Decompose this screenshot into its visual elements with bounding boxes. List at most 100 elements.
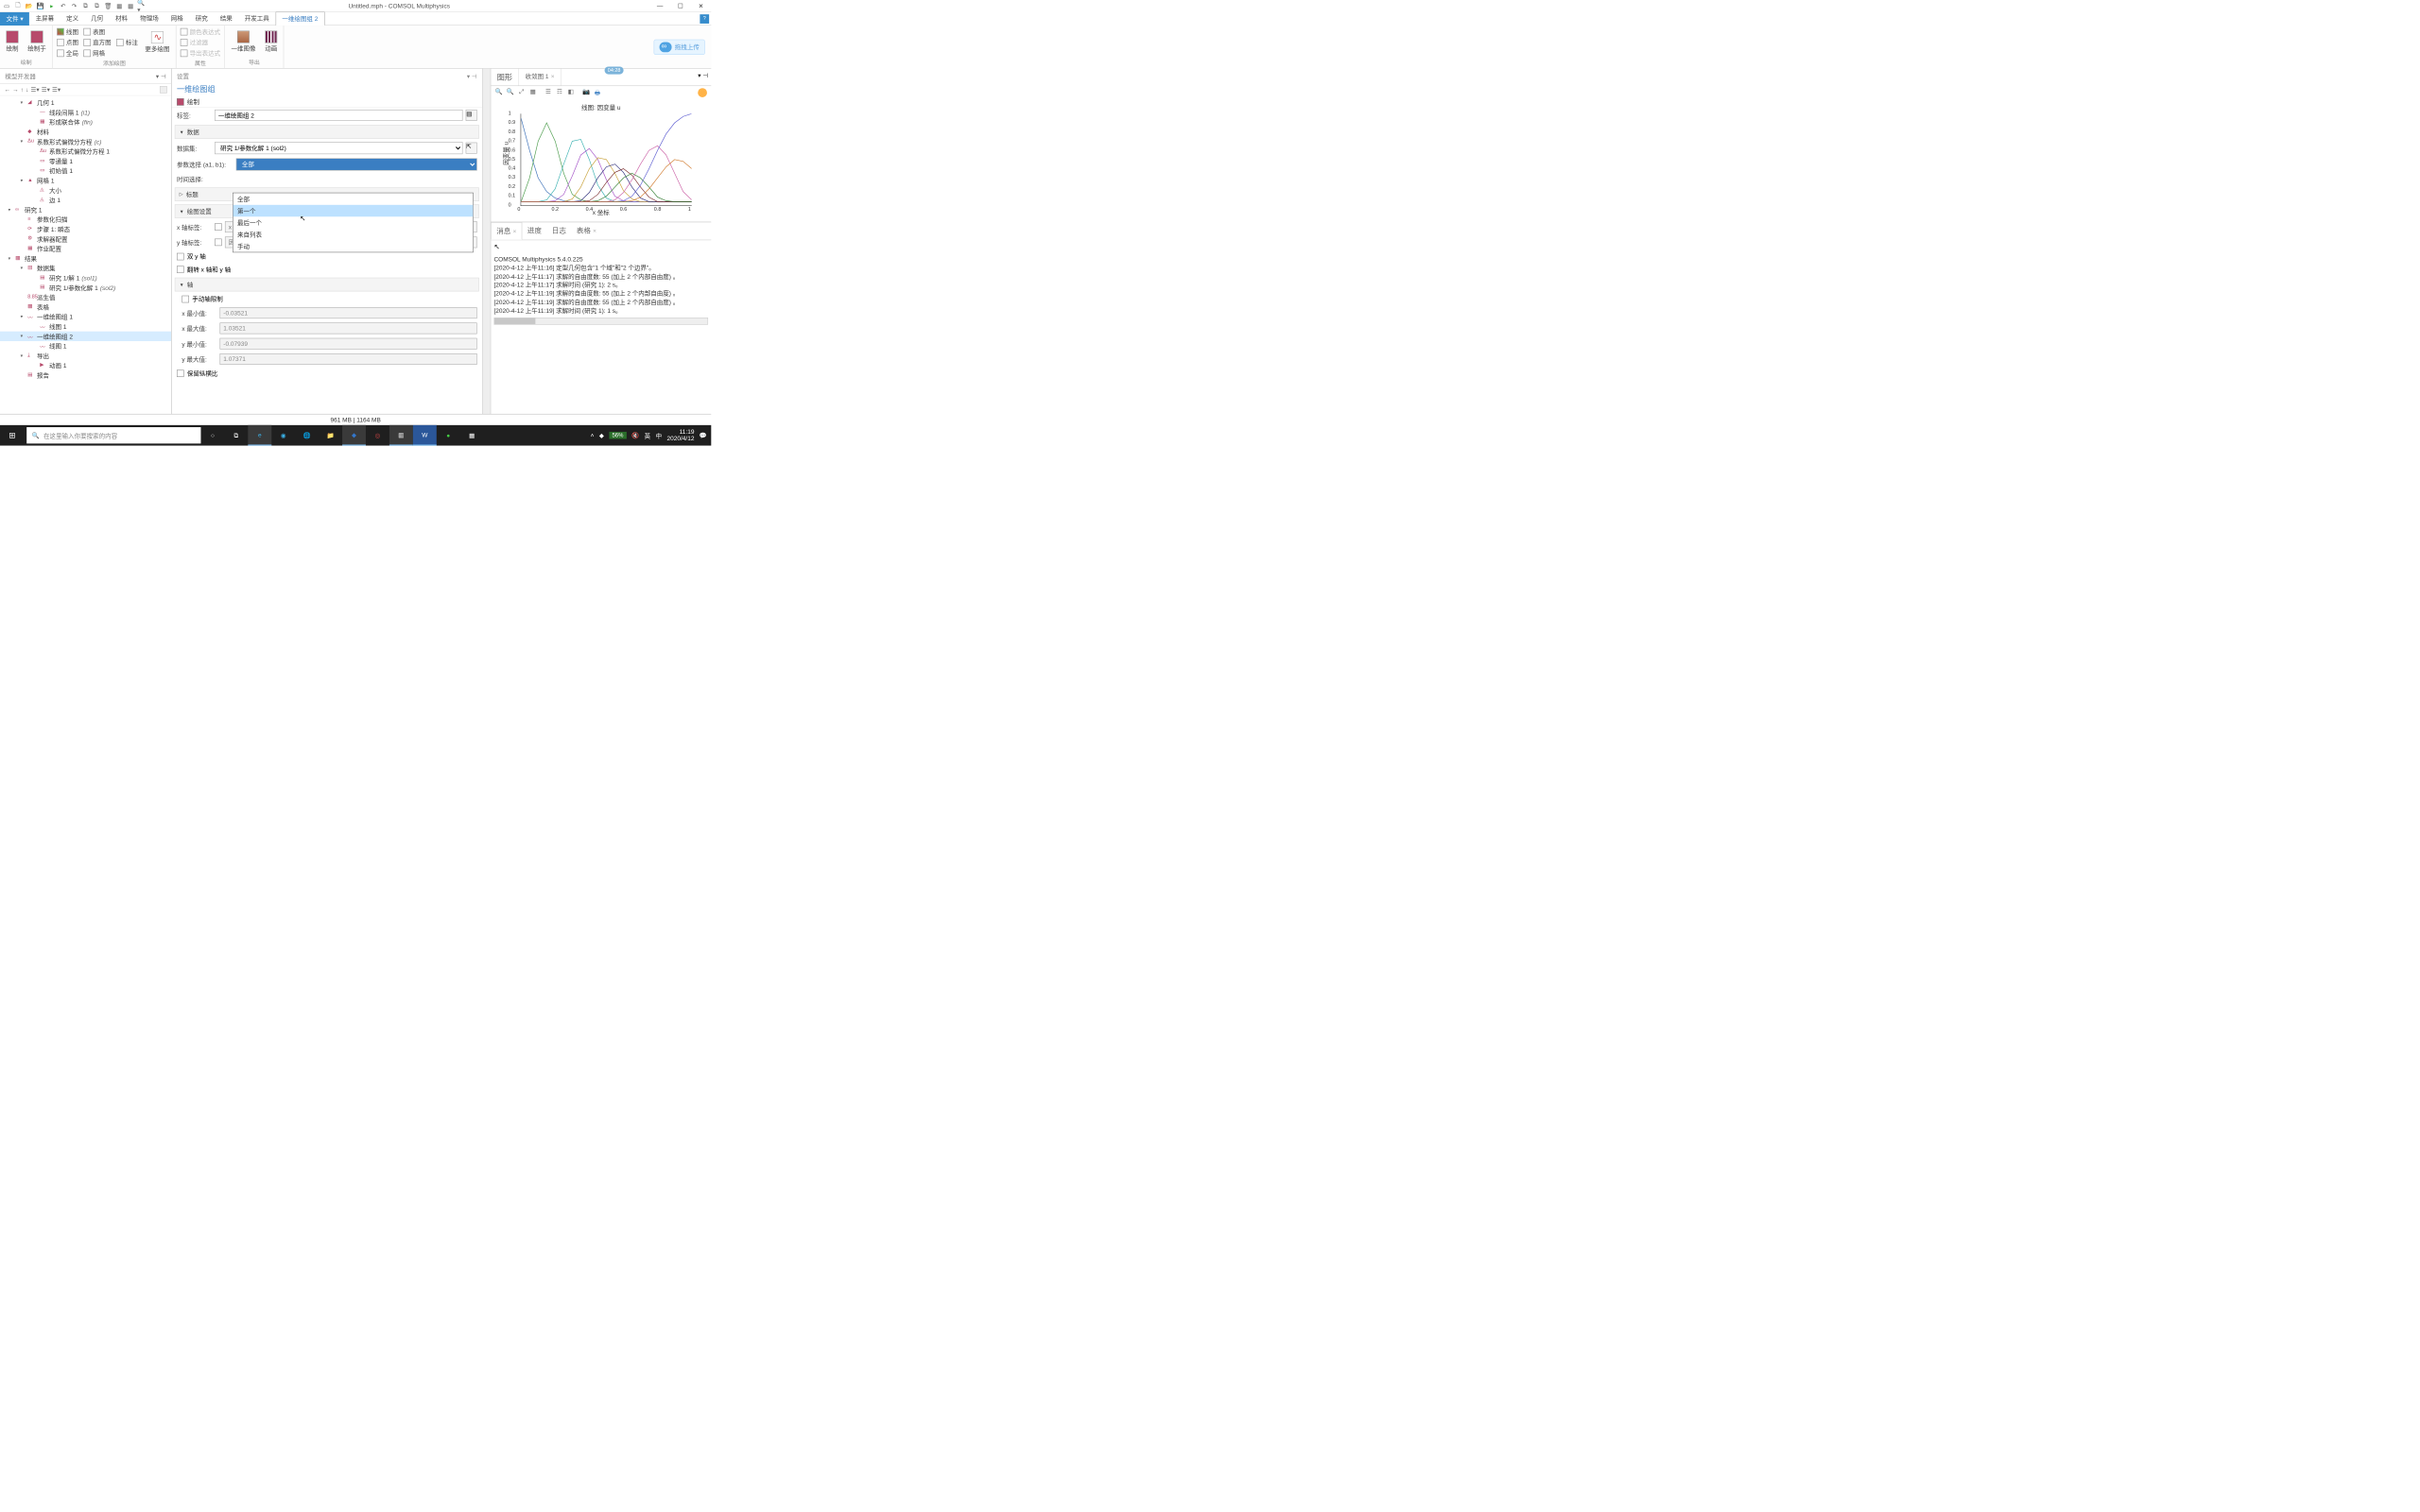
tree-row-9[interactable]: ◬大小 — [0, 185, 171, 195]
plot-now-button[interactable]: 绘制 — [172, 96, 482, 108]
tree-row-14[interactable]: ⚙求解器配置 — [0, 234, 171, 244]
msg-tab-3[interactable]: 表格× — [571, 222, 601, 239]
zoom-ext-icon[interactable]: ⤢ — [517, 88, 526, 98]
param-option-2[interactable]: 最后一个 — [233, 216, 474, 228]
yaxis-check[interactable] — [215, 239, 222, 247]
explorer-icon[interactable]: 📁 — [319, 425, 342, 446]
menu-tab-9[interactable]: 一维绘图组 2 — [275, 11, 324, 26]
manual-axis-check[interactable] — [182, 295, 189, 302]
model-tree[interactable]: ▾◢几何 1—线段间隔 1 (i1)▦形成联合体 (fin)◆材料▾Δu系数形式… — [0, 95, 171, 414]
menu-tab-3[interactable]: 材料 — [110, 11, 134, 26]
home-icon[interactable] — [698, 88, 707, 97]
section-data[interactable]: ▼数据 — [175, 125, 479, 139]
xaxis-check[interactable] — [215, 223, 222, 231]
taskbar-search[interactable]: 🔍 在这里输入你要搜索的内容 — [26, 427, 200, 443]
flip-check[interactable] — [177, 266, 184, 273]
dataset-select[interactable]: 研究 1/参数化解 1 (sol2) — [215, 142, 462, 154]
tree-row-12[interactable]: ≡参数化扫描 — [0, 215, 171, 224]
cortana-icon[interactable]: ○ — [200, 425, 224, 446]
qat-sel2-icon[interactable]: ▦ — [126, 1, 135, 10]
file-menu[interactable]: 文件 ▾ — [0, 12, 29, 26]
tree-row-2[interactable]: ▦形成联合体 (fin) — [0, 117, 171, 127]
qat-search-icon[interactable]: 🔍▾ — [137, 1, 147, 10]
word-icon[interactable]: W — [413, 425, 437, 446]
tree-row-18[interactable]: ▤研究 1/解 1 (sol1) — [0, 273, 171, 283]
qat-save-icon[interactable]: 💾 — [36, 1, 45, 10]
tray-app-icon[interactable]: ◆ — [599, 432, 604, 439]
tree-row-16[interactable]: ▾▦结果 — [0, 253, 171, 263]
tree-row-23[interactable]: 〰线图 1 — [0, 321, 171, 331]
qat-sel1-icon[interactable]: ▦ — [114, 1, 124, 10]
app-icon-3[interactable]: ▦ — [460, 425, 484, 446]
tree-row-5[interactable]: Δu系数形式偏微分方程 1 — [0, 146, 171, 156]
param-option-0[interactable]: 全部 — [233, 193, 474, 204]
tree-row-28[interactable]: ▤报告 — [0, 370, 171, 380]
menu-tab-6[interactable]: 研究 — [189, 11, 214, 26]
close-button[interactable]: ✕ — [691, 0, 712, 12]
legend-icon[interactable]: ◧ — [566, 88, 575, 98]
clock[interactable]: 11:19 2020/4/12 — [666, 429, 694, 442]
chart-area[interactable] — [521, 113, 692, 206]
animation-button[interactable]: 动画 — [262, 29, 281, 53]
global-button[interactable]: 全局 — [56, 48, 79, 58]
color-expr-button[interactable]: 颜色表达式 — [180, 26, 221, 36]
param-option-1[interactable]: 第一个 — [233, 205, 474, 216]
maximize-button[interactable]: ☐ — [670, 0, 691, 12]
nav-up-icon[interactable]: ↑ — [21, 86, 24, 94]
tree-row-6[interactable]: ▭零通量 1 — [0, 156, 171, 165]
nav-back-icon[interactable]: ← — [4, 86, 10, 94]
qat-page-icon[interactable]: ▭ — [2, 1, 11, 10]
tree-row-4[interactable]: ▾Δu系数形式偏微分方程 (c) — [0, 137, 171, 146]
table-graph-button[interactable]: 表图 — [82, 26, 112, 36]
tree-row-17[interactable]: ▾▤数据集 — [0, 264, 171, 273]
tree-row-1[interactable]: —线段间隔 1 (i1) — [0, 108, 171, 117]
qat-run-icon[interactable]: ▸ — [47, 1, 57, 10]
app-icon-1[interactable]: ◆ — [342, 425, 366, 446]
chrome-icon[interactable]: 🌐 — [295, 425, 319, 446]
qat-undo-icon[interactable]: ↶ — [59, 1, 68, 10]
view-3-icon[interactable]: ☰▾ — [52, 86, 60, 94]
camera-icon[interactable]: 📷 — [582, 88, 591, 98]
annotation-button[interactable]: 标注 — [115, 38, 139, 47]
collapse-icon[interactable] — [160, 86, 167, 94]
qat-redo-icon[interactable]: ↷ — [70, 1, 79, 10]
mesh-button[interactable]: 网格 — [82, 48, 112, 58]
ime-2[interactable]: 中 — [656, 431, 663, 439]
message-body[interactable]: COMSOL Multiphysics 5.4.0.225[2020-4-12 … — [491, 253, 711, 414]
start-button[interactable]: ⊞ — [0, 430, 25, 440]
ime-1[interactable]: 英 — [645, 431, 651, 439]
log-x-icon[interactable]: ☶ — [556, 88, 564, 98]
convergence-tab[interactable]: 收敛图 1 × — [519, 69, 562, 86]
menu-tab-7[interactable]: 结果 — [214, 11, 238, 26]
more-plots-button[interactable]: 更多绘图 — [142, 30, 173, 54]
help-button[interactable]: ? — [700, 14, 709, 24]
tree-row-15[interactable]: ▦作业配置 — [0, 244, 171, 253]
taskview-icon[interactable]: ⧉ — [224, 425, 248, 446]
upload-button[interactable]: 拖拽上传 — [654, 39, 705, 54]
tree-row-0[interactable]: ▾◢几何 1 — [0, 98, 171, 108]
tree-row-11[interactable]: ▾∞研究 1 — [0, 205, 171, 215]
menu-tab-5[interactable]: 网格 — [164, 11, 189, 26]
browser-icon[interactable]: ◉ — [271, 425, 295, 446]
menu-tab-1[interactable]: 定义 — [60, 11, 85, 26]
param-option-4[interactable]: 手动 — [233, 240, 474, 251]
app-icon-2[interactable]: ◎ — [366, 425, 389, 446]
view-1-icon[interactable]: ☰▾ — [31, 86, 40, 94]
nav-fwd-icon[interactable]: → — [12, 86, 19, 94]
tree-row-26[interactable]: ▾⤓导出 — [0, 351, 171, 360]
label-input[interactable] — [215, 110, 462, 121]
notifications-icon[interactable]: 💬 — [700, 432, 707, 439]
tree-row-8[interactable]: ▾▲网格 1 — [0, 176, 171, 185]
msg-tab-1[interactable]: 进度 — [522, 222, 546, 239]
menu-tab-8[interactable]: 开发工具 — [238, 11, 275, 26]
tree-row-20[interactable]: 8.85派生值 — [0, 292, 171, 301]
settings-scrollbar[interactable] — [482, 69, 491, 414]
tree-row-21[interactable]: ▦表格 — [0, 302, 171, 312]
menu-tab-2[interactable]: 几何 — [85, 11, 110, 26]
qat-delete-icon[interactable]: 🗑 — [103, 1, 112, 10]
qat-new-icon[interactable]: 🗋 — [13, 1, 23, 10]
filter-button[interactable]: 过滤器 — [180, 38, 221, 47]
print-icon[interactable]: 🖶 — [594, 88, 602, 98]
tree-row-7[interactable]: ▭初始值 1 — [0, 166, 171, 176]
label-extra-button[interactable]: ▤ — [466, 110, 477, 121]
